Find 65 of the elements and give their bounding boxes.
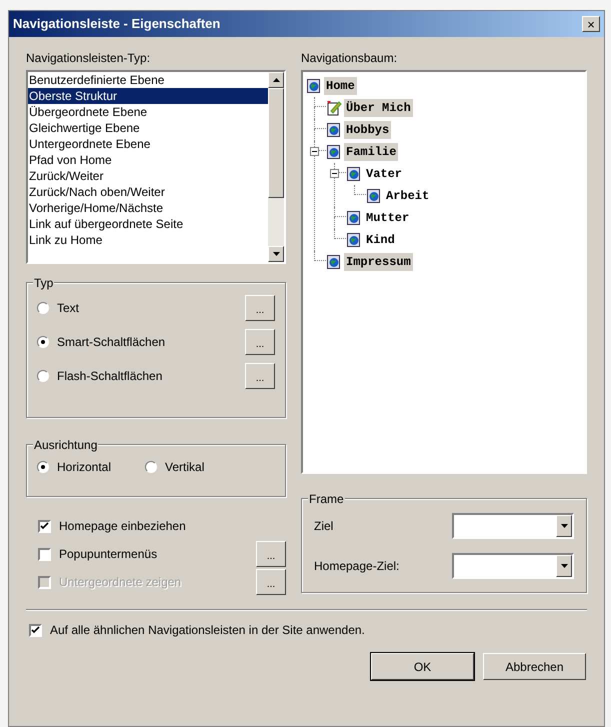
- list-item[interactable]: Link zu Home: [28, 232, 268, 248]
- option-label: Vertikal: [165, 459, 204, 476]
- window-title: Navigationsleiste - Eigenschaften: [13, 15, 220, 34]
- frame-dropdown[interactable]: [452, 553, 574, 579]
- close-button[interactable]: ×: [582, 16, 600, 32]
- collapse-toggle[interactable]: [310, 147, 319, 156]
- tree-item[interactable]: Impressum: [344, 253, 413, 271]
- option-label: Auf alle ähnlichen Navigationsleisten in der Site anwenden.: [50, 622, 365, 639]
- tree-item[interactable]: Home: [324, 77, 357, 95]
- tree-item[interactable]: Über Mich: [344, 99, 413, 117]
- globe-page-icon: [306, 78, 322, 94]
- tree-item[interactable]: Familie: [344, 143, 398, 161]
- option-label: Horizontal: [57, 459, 112, 476]
- radio-button[interactable]: [37, 336, 49, 348]
- list-item[interactable]: Übergeordnete Ebene: [28, 104, 268, 120]
- list-item[interactable]: Vorherige/Home/Nächste: [28, 200, 268, 216]
- globe-page-icon: [326, 144, 342, 160]
- globe-page-icon: [366, 188, 382, 204]
- option-label: Popupuntermenüs: [59, 546, 158, 563]
- tree-item[interactable]: Hobbys: [344, 121, 392, 139]
- scroll-down-icon[interactable]: [268, 246, 284, 262]
- scroll-up-icon[interactable]: [268, 72, 284, 88]
- dialog-button[interactable]: Abbrechen: [483, 653, 586, 680]
- list-item[interactable]: Untergeordnete Ebene: [28, 136, 268, 152]
- field-label: Homepage-Ziel:: [314, 558, 400, 575]
- tree-label: Navigationsbaum:: [301, 50, 398, 67]
- list-item[interactable]: Oberste Struktur: [28, 88, 268, 104]
- checkbox[interactable]: [38, 520, 51, 532]
- dialog-button[interactable]: OK: [371, 653, 474, 680]
- checkbox[interactable]: [29, 624, 42, 636]
- globe-page-icon: [326, 254, 342, 270]
- more-button[interactable]: ...: [256, 541, 286, 567]
- checkbox[interactable]: [38, 548, 51, 560]
- option-label: Flash-Schaltflächen: [57, 368, 162, 385]
- list-label: Navigationsleisten-Typ:: [26, 50, 152, 67]
- tree-item[interactable]: Kind: [364, 231, 397, 249]
- more-button[interactable]: ...: [245, 295, 275, 321]
- radio-button[interactable]: [145, 461, 158, 473]
- list-item[interactable]: Zurück/Weiter: [28, 168, 268, 184]
- tree-item[interactable]: Mutter: [364, 209, 412, 227]
- tree-item[interactable]: Arbeit: [384, 187, 432, 205]
- option-label: Homepage einbeziehen: [59, 518, 186, 535]
- radio-button[interactable]: [37, 370, 49, 382]
- tree-item[interactable]: Vater: [364, 165, 404, 183]
- field-label: Ziel: [314, 518, 334, 535]
- list-item[interactable]: Zurück/Nach oben/Weiter: [28, 184, 268, 200]
- collapse-toggle[interactable]: [330, 169, 339, 178]
- globe-page-icon: [346, 166, 362, 182]
- list-item[interactable]: Link auf übergeordnete Seite: [28, 216, 268, 232]
- option-label: Smart-Schaltflächen: [57, 334, 166, 351]
- option-label: Text: [57, 300, 80, 317]
- radio-button[interactable]: [37, 461, 49, 473]
- scroll-thumb[interactable]: [268, 88, 284, 198]
- list-item[interactable]: Benutzerdefinierte Ebene: [28, 72, 268, 88]
- globe-page-icon: [346, 210, 362, 226]
- radio-button[interactable]: [37, 302, 49, 314]
- frame-dropdown[interactable]: [452, 513, 574, 539]
- list-item[interactable]: Gleichwertige Ebene: [28, 120, 268, 136]
- edit-page-icon: [326, 100, 342, 116]
- scrollbar[interactable]: [268, 72, 284, 262]
- globe-page-icon: [326, 122, 342, 138]
- more-button[interactable]: ...: [245, 363, 275, 389]
- more-button[interactable]: ...: [245, 329, 275, 355]
- globe-page-icon: [346, 232, 362, 248]
- list-item[interactable]: Pfad von Home: [28, 152, 268, 168]
